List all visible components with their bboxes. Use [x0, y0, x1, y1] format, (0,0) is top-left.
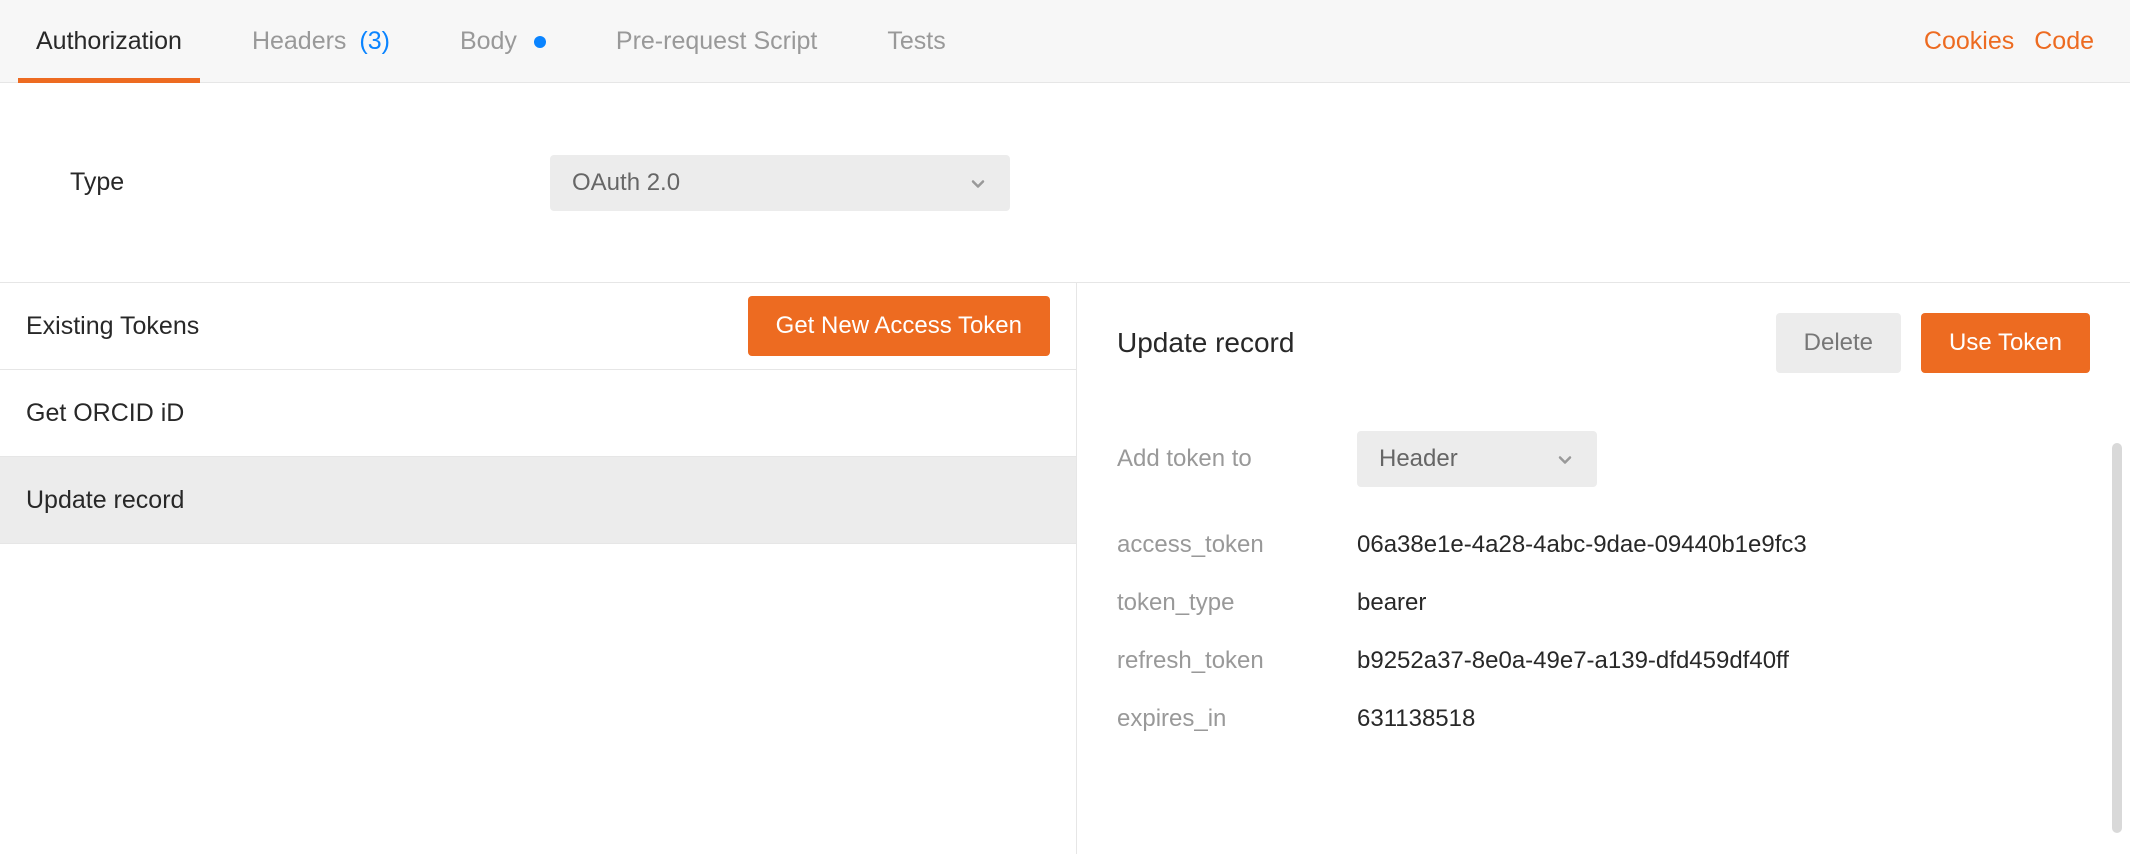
tab-headers[interactable]: Headers (3) — [252, 3, 390, 80]
token-detail-title: Update record — [1117, 327, 1294, 359]
token-field-value: bearer — [1357, 589, 1426, 617]
unsaved-dot-icon — [534, 36, 546, 48]
add-token-to-row: Add token to Header — [1117, 431, 2090, 487]
token-row[interactable]: Update record — [0, 457, 1076, 544]
tabbar-right-links: Cookies Code — [1924, 27, 2114, 56]
add-token-to-label: Add token to — [1117, 445, 1357, 473]
chevron-down-icon — [1555, 449, 1575, 469]
token-field-key: expires_in — [1117, 705, 1357, 733]
auth-type-value: OAuth 2.0 — [572, 169, 680, 197]
cookies-link[interactable]: Cookies — [1924, 27, 2014, 56]
token-detail-header: Update record Delete Use Token — [1117, 313, 2090, 373]
token-field-row: refresh_token b9252a37-8e0a-49e7-a139-df… — [1117, 647, 2090, 675]
token-field-value: 06a38e1e-4a28-4abc-9dae-09440b1e9fc3 — [1357, 531, 1807, 559]
token-row[interactable]: Get ORCID iD — [0, 370, 1076, 457]
auth-type-select[interactable]: OAuth 2.0 — [550, 155, 1010, 211]
token-field-key: token_type — [1117, 589, 1357, 617]
token-field-value: 631138518 — [1357, 705, 1475, 733]
split-panels: Existing Tokens Get New Access Token Get… — [0, 283, 2130, 854]
chevron-down-icon — [968, 173, 988, 193]
tab-group: Authorization Headers (3) Body Pre-reque… — [36, 3, 946, 80]
token-actions: Delete Use Token — [1776, 313, 2090, 373]
add-token-to-value: Header — [1379, 445, 1458, 473]
tab-bar: Authorization Headers (3) Body Pre-reque… — [0, 0, 2130, 83]
token-field-row: token_type bearer — [1117, 589, 2090, 617]
token-detail-pane: Update record Delete Use Token Add token… — [1077, 283, 2130, 854]
token-fields: access_token 06a38e1e-4a28-4abc-9dae-094… — [1117, 531, 2090, 733]
scrollbar-thumb[interactable] — [2112, 443, 2122, 833]
token-field-row: expires_in 631138518 — [1117, 705, 2090, 733]
token-field-key: access_token — [1117, 531, 1357, 559]
token-field-row: access_token 06a38e1e-4a28-4abc-9dae-094… — [1117, 531, 2090, 559]
tab-pre-request-script[interactable]: Pre-request Script — [616, 3, 817, 80]
tab-body[interactable]: Body — [460, 3, 546, 80]
existing-tokens-header: Existing Tokens Get New Access Token — [0, 283, 1076, 370]
auth-type-row: Type OAuth 2.0 — [0, 83, 2130, 283]
delete-button[interactable]: Delete — [1776, 313, 1901, 373]
token-field-key: refresh_token — [1117, 647, 1357, 675]
tab-body-label: Body — [460, 27, 517, 55]
auth-type-label: Type — [70, 168, 550, 197]
existing-tokens-pane: Existing Tokens Get New Access Token Get… — [0, 283, 1077, 854]
tab-tests[interactable]: Tests — [887, 3, 945, 80]
get-new-access-token-button[interactable]: Get New Access Token — [748, 296, 1050, 356]
code-link[interactable]: Code — [2034, 27, 2094, 56]
existing-tokens-label: Existing Tokens — [26, 312, 199, 341]
add-token-to-select[interactable]: Header — [1357, 431, 1597, 487]
tab-authorization[interactable]: Authorization — [36, 3, 182, 80]
tab-headers-count: (3) — [359, 27, 390, 55]
tab-headers-label: Headers — [252, 27, 347, 55]
token-field-value: b9252a37-8e0a-49e7-a139-dfd459df40ff — [1357, 647, 1789, 675]
token-list: Get ORCID iD Update record — [0, 370, 1076, 544]
use-token-button[interactable]: Use Token — [1921, 313, 2090, 373]
